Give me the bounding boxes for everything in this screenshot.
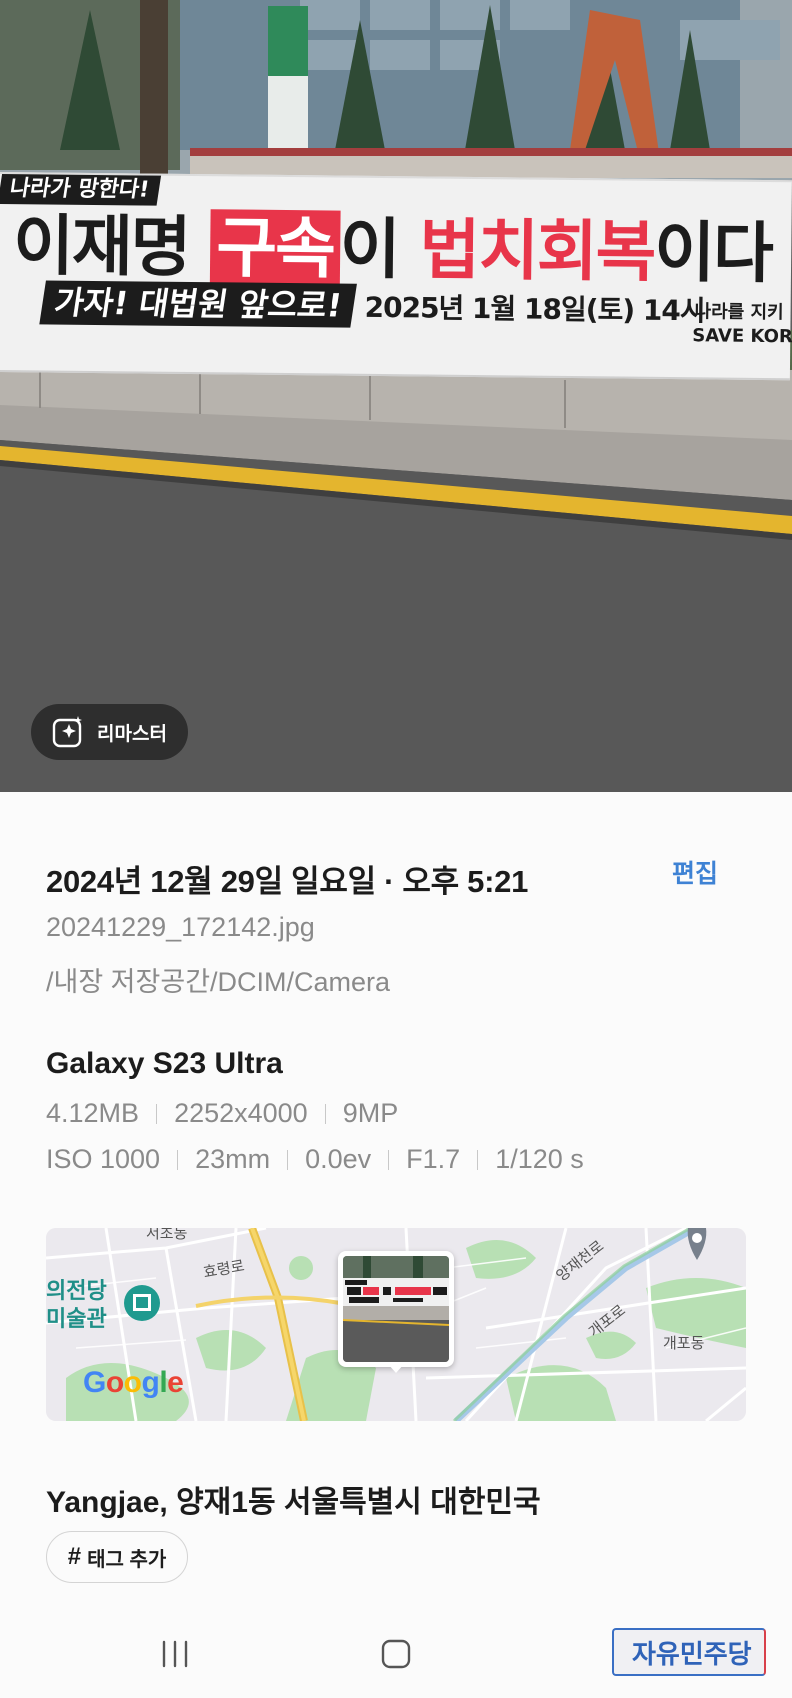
banner-right-text: 나라를 지키 <box>694 301 784 324</box>
divider <box>177 1149 179 1170</box>
megapixels: 9MP <box>342 1098 399 1128</box>
camera-specs: ISO 1000 23mm 0.0ev F1.7 1/120 s <box>46 1144 584 1175</box>
remaster-label: 리마스터 <box>97 723 167 745</box>
home-button[interactable] <box>366 1632 426 1676</box>
banner-right-slogan: SAVE KOREA <box>692 325 792 348</box>
divider <box>324 1103 326 1124</box>
exposure-value: 0.0ev <box>305 1144 372 1174</box>
divider <box>477 1149 479 1170</box>
remaster-button[interactable]: 리마스터 <box>31 704 188 760</box>
details-panel: 2024년 12월 29일 일요일 · 오후 5:21 편집 20241229_… <box>0 792 792 1698</box>
map-photo-thumbnail[interactable] <box>338 1251 454 1367</box>
home-icon <box>381 1639 411 1669</box>
file-name: 20241229_172142.jpg <box>46 912 315 942</box>
map-label: 개포동 <box>663 1334 705 1352</box>
banner-tag: 나라가 망한다! <box>0 174 162 206</box>
divider <box>156 1103 158 1124</box>
edit-button[interactable]: 편집 <box>672 854 718 890</box>
file-path: /내장 저장공간/DCIM/Camera <box>46 967 391 997</box>
resolution: 2252x4000 <box>174 1098 308 1128</box>
thumbnail-image <box>343 1256 449 1362</box>
shutter-speed: 1/120 s <box>495 1144 584 1174</box>
photo-viewer[interactable]: 나라가 망한다! 이재명 구속이 법치회복이다 가자! 대법원 앞으로! 202… <box>0 0 792 792</box>
photo-scene <box>0 0 792 792</box>
divider <box>388 1149 390 1170</box>
hash-icon: # <box>67 1543 82 1570</box>
google-logo: Google <box>83 1366 184 1399</box>
focal-length: 23mm <box>195 1144 271 1174</box>
divider <box>287 1149 289 1170</box>
file-specs: 4.12MB 2252x4000 9MP <box>46 1098 398 1129</box>
sparkle-image-icon <box>52 716 82 748</box>
location-text: Yangjae, 양재1동 서울특별시 대한민국 <box>46 1486 541 1519</box>
file-size: 4.12MB <box>46 1098 140 1128</box>
location-map[interactable]: 서초동 효령로 양재천로 개포로 개포동 의전당 미술관 Google <box>46 1228 746 1421</box>
photo-datetime: 2024년 12월 29일 일요일 · 오후 5:21 <box>46 864 529 899</box>
map-label: 서초동 <box>146 1228 188 1242</box>
recent-apps-icon <box>162 1640 188 1668</box>
banner-date: 2025년 1월 18일(토) 14시 <box>364 290 705 328</box>
aperture: F1.7 <box>406 1144 461 1174</box>
banner-subline: 가자! 대법원 앞으로! <box>39 280 357 328</box>
thumbnail-pointer <box>388 1364 404 1373</box>
protest-banner: 나라가 망한다! 이재명 구속이 법치회복이다 가자! 대법원 앞으로! 202… <box>0 172 792 381</box>
camera-model: Galaxy S23 Ultra <box>46 1047 283 1080</box>
iso: ISO 1000 <box>46 1144 161 1174</box>
watermark-logo: 자유민주당 <box>612 1628 766 1676</box>
add-tag-button[interactable]: # 태그 추가 <box>46 1531 188 1583</box>
map-museum-label: 의전당 미술관 <box>46 1279 107 1332</box>
recent-apps-button[interactable] <box>145 1632 205 1676</box>
add-tag-label: 태그 추가 <box>87 1548 167 1571</box>
